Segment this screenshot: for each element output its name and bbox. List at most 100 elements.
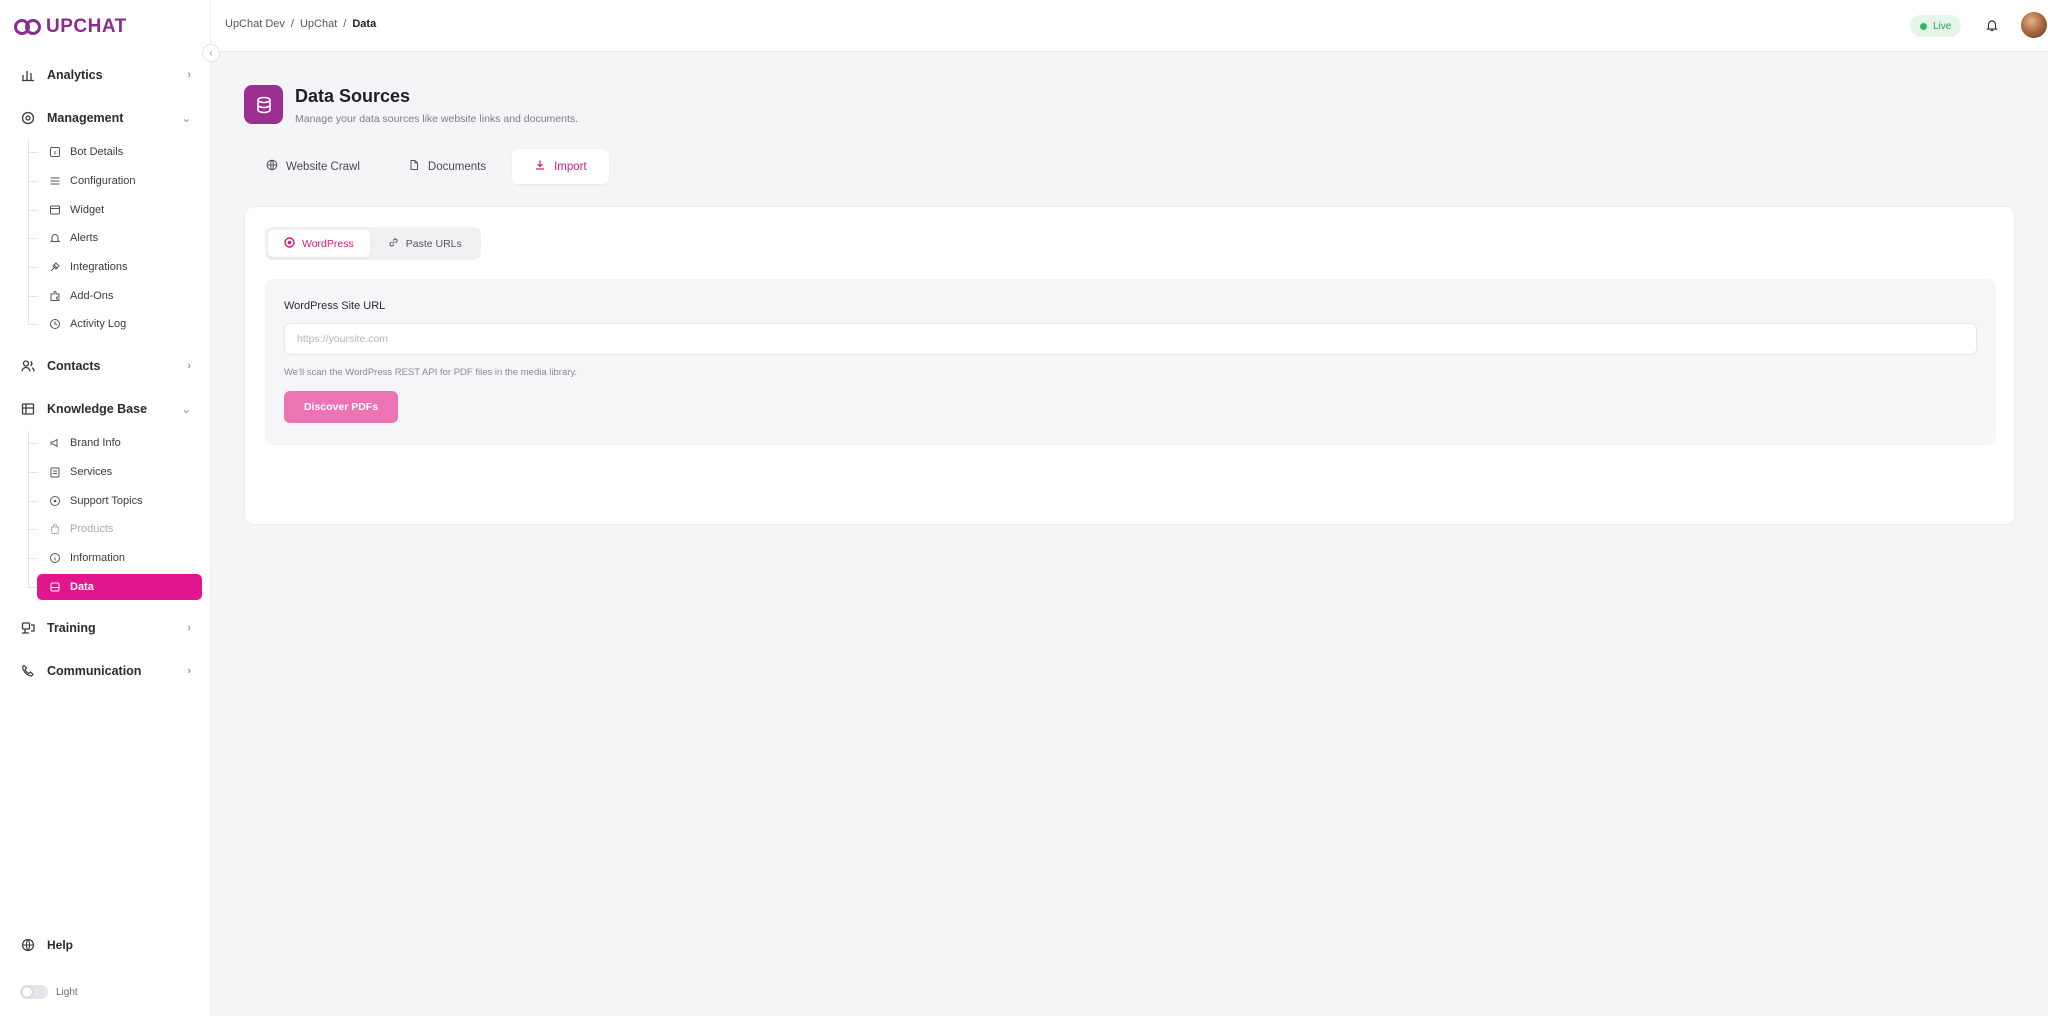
sidebar-item-label: Add-Ons bbox=[70, 290, 114, 302]
segment-wordpress[interactable]: WordPress bbox=[268, 230, 370, 257]
sidebar-item-data[interactable]: Data bbox=[37, 574, 202, 600]
sidebar-item-alerts[interactable]: Alerts bbox=[37, 225, 202, 251]
tree-tick bbox=[28, 267, 37, 268]
theme-label: Light bbox=[56, 986, 78, 998]
breadcrumb: UpChat Dev / UpChat / Data bbox=[225, 18, 376, 30]
tree-tick bbox=[28, 443, 37, 444]
notifications-bell-icon[interactable] bbox=[1983, 16, 2001, 34]
chevron-down-icon: ⌄ bbox=[181, 403, 191, 416]
sidebar-item-configuration[interactable]: Configuration bbox=[37, 168, 202, 194]
tab-label: Import bbox=[554, 160, 587, 173]
chevron-right-icon: › bbox=[187, 360, 191, 372]
sidebar-item-label: Services bbox=[70, 466, 113, 478]
sidebar-item-support-topics[interactable]: Support Topics bbox=[37, 488, 202, 514]
info-icon bbox=[48, 552, 61, 565]
segment-paste-urls[interactable]: Paste URLs bbox=[372, 230, 478, 257]
wordpress-url-input[interactable] bbox=[284, 323, 1977, 355]
sidebar-item-bot-details[interactable]: Bot Details bbox=[37, 139, 202, 165]
help-circle-icon bbox=[48, 495, 61, 508]
sidebar-item-label: Integrations bbox=[70, 261, 128, 273]
sidebar-collapse-button[interactable]: ‹ bbox=[202, 44, 220, 62]
page-title: Data Sources bbox=[295, 86, 411, 106]
breadcrumb-item[interactable]: UpChat Dev bbox=[225, 18, 285, 30]
brand-logo[interactable]: UPCHAT bbox=[14, 14, 127, 40]
status-badge: Live bbox=[1910, 15, 1962, 37]
sidebar-group-label: Management bbox=[47, 111, 124, 125]
discover-pdfs-button[interactable]: Discover PDFs bbox=[284, 391, 398, 423]
sidebar-item-label: Data bbox=[70, 581, 94, 593]
toggle-knob bbox=[22, 987, 32, 997]
link-icon bbox=[388, 237, 399, 251]
tab-import[interactable]: Import bbox=[512, 149, 609, 184]
data-source-tabs: Website Crawl Documents Import bbox=[244, 149, 609, 184]
tree-line bbox=[28, 431, 29, 587]
sidebar-item-products[interactable]: Products bbox=[37, 516, 202, 542]
sidebar-group-management[interactable]: Management ⌄ bbox=[0, 104, 211, 132]
sidebar-group-knowledge-base[interactable]: Knowledge Base ⌄ bbox=[0, 395, 211, 423]
sidebar-item-brand-info[interactable]: Brand Info bbox=[37, 430, 202, 456]
tree-tick bbox=[28, 587, 37, 588]
download-icon bbox=[534, 159, 546, 174]
sidebar-group-communication[interactable]: Communication › bbox=[0, 657, 211, 685]
breadcrumb-separator: / bbox=[290, 18, 294, 30]
sidebar-group-label: Training bbox=[47, 621, 96, 635]
sidebar-item-label: Brand Info bbox=[70, 437, 121, 449]
status-label: Live bbox=[1933, 20, 1952, 32]
sidebar-item-activity-log[interactable]: Activity Log bbox=[37, 311, 202, 337]
sliders-icon bbox=[48, 175, 61, 188]
segment-label: Paste URLs bbox=[405, 237, 462, 250]
globe-icon bbox=[266, 159, 278, 174]
avatar[interactable] bbox=[2021, 12, 2047, 38]
sidebar-item-services[interactable]: Services bbox=[37, 459, 202, 485]
import-card: WordPress Paste URLs WordPress Site URL … bbox=[244, 206, 2015, 525]
chevron-left-icon: ‹ bbox=[209, 47, 213, 59]
database-icon bbox=[244, 85, 283, 124]
brand-name: UPCHAT bbox=[46, 16, 127, 37]
sidebar-item-label: Support Topics bbox=[70, 495, 143, 507]
sidebar-item-add-ons[interactable]: Add-Ons bbox=[37, 283, 202, 309]
tree-tick bbox=[28, 238, 37, 239]
tab-label: Documents bbox=[427, 160, 487, 173]
bell-icon bbox=[48, 232, 61, 245]
chevron-down-icon: ⌄ bbox=[181, 112, 191, 125]
sidebar-group-training[interactable]: Training › bbox=[0, 614, 211, 642]
breadcrumb-current: Data bbox=[352, 18, 377, 30]
sidebar-group-analytics[interactable]: Analytics › bbox=[0, 61, 211, 89]
tree-tick bbox=[28, 210, 37, 211]
sidebar-item-label: Information bbox=[70, 552, 126, 564]
status-dot-icon bbox=[1920, 22, 1927, 30]
tree-tick bbox=[28, 181, 37, 182]
theme-toggle[interactable]: Light bbox=[20, 985, 78, 999]
sidebar-group-label: Contacts bbox=[47, 359, 101, 373]
sidebar-group-contacts[interactable]: Contacts › bbox=[0, 352, 211, 380]
sidebar-item-label: Products bbox=[70, 523, 114, 535]
topbar: UpChat Dev / UpChat / Data Live bbox=[211, 0, 2048, 52]
tab-documents[interactable]: Documents bbox=[386, 149, 508, 184]
tree-tick bbox=[28, 529, 37, 530]
tab-website-crawl[interactable]: Website Crawl bbox=[244, 149, 382, 184]
gear-icon bbox=[20, 110, 36, 126]
sidebar-item-information[interactable]: Information bbox=[37, 545, 202, 571]
help-link[interactable]: Help bbox=[20, 937, 73, 953]
toggle-switch[interactable] bbox=[20, 985, 48, 999]
segment-label: WordPress bbox=[302, 237, 354, 250]
chevron-right-icon: › bbox=[187, 622, 191, 634]
import-source-toggle: WordPress Paste URLs bbox=[265, 227, 481, 260]
sidebar: UPCHAT Analytics › Management ⌄ Bot Deta… bbox=[0, 0, 211, 1016]
sidebar-item-widget[interactable]: Widget bbox=[37, 197, 202, 223]
sidebar-item-label: Configuration bbox=[70, 175, 136, 187]
sidebar-item-label: Bot Details bbox=[70, 146, 124, 158]
sidebar-item-integrations[interactable]: Integrations bbox=[37, 254, 202, 280]
users-icon bbox=[20, 358, 36, 374]
chevron-right-icon: › bbox=[187, 665, 191, 677]
sidebar-group-label: Knowledge Base bbox=[47, 402, 148, 416]
sidebar-item-label: Alerts bbox=[70, 232, 99, 244]
bar-chart-icon bbox=[20, 67, 36, 83]
page-subtitle: Manage your data sources like website li… bbox=[295, 113, 579, 125]
tree-tick bbox=[28, 558, 37, 559]
sidebar-item-label: Widget bbox=[70, 204, 105, 216]
document-icon bbox=[408, 159, 420, 174]
phone-icon bbox=[20, 663, 36, 679]
breadcrumb-item[interactable]: UpChat bbox=[300, 18, 337, 30]
sidebar-group-label: Analytics bbox=[47, 68, 103, 82]
